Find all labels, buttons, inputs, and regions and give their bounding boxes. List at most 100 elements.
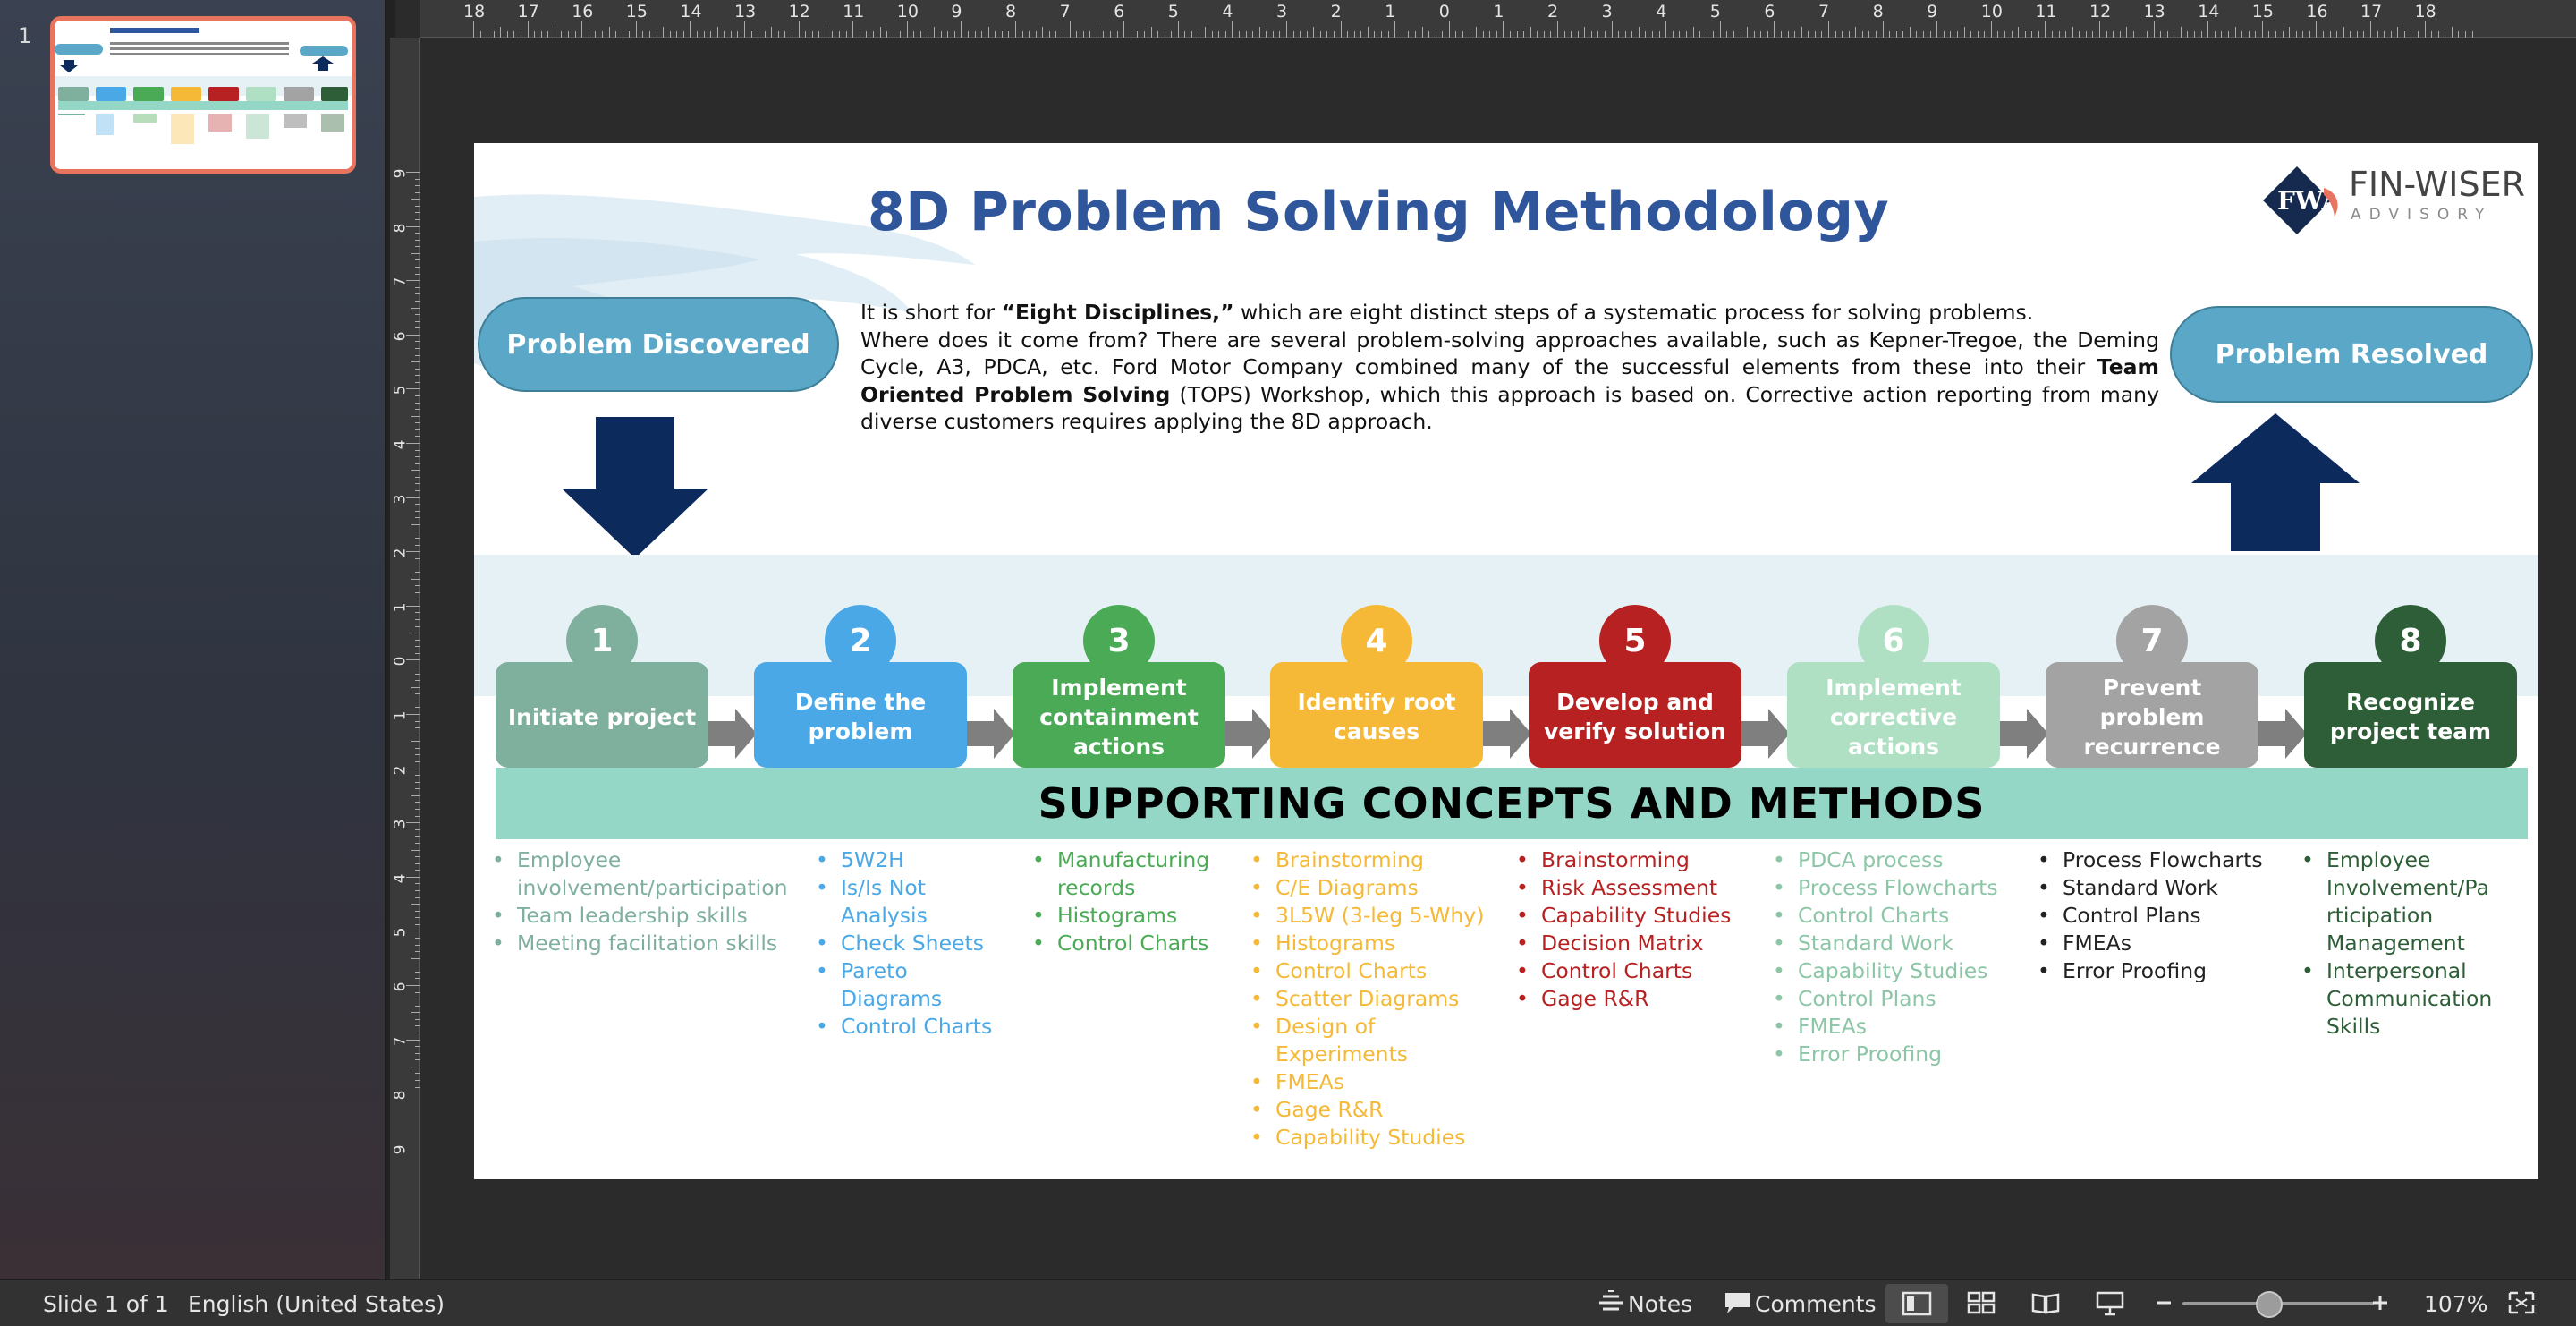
normal-view-button[interactable] bbox=[1885, 1284, 1948, 1323]
notes-icon[interactable] bbox=[1596, 1289, 1626, 1316]
chevron-right-icon bbox=[1483, 709, 1531, 759]
step-box-4[interactable]: Identify root causes bbox=[1270, 662, 1483, 768]
ruler-tick bbox=[415, 381, 420, 383]
ruler-tick bbox=[1794, 31, 1796, 38]
ruler-tick bbox=[540, 31, 542, 38]
problem-discovered-pill[interactable]: Problem Discovered bbox=[478, 297, 839, 392]
methods-list-item: Capability Studies bbox=[1773, 957, 2014, 985]
ruler-tick-label: 3 bbox=[391, 819, 410, 829]
ruler-tick-label: 13 bbox=[2143, 2, 2165, 21]
zoom-in-icon[interactable] bbox=[2365, 1289, 2395, 1316]
fit-to-window-icon[interactable] bbox=[2506, 1289, 2537, 1316]
ruler-tick bbox=[1442, 31, 1444, 38]
ruler-tick bbox=[1069, 21, 1071, 38]
ruler-tick bbox=[415, 267, 420, 268]
methods-column-8[interactable]: Employee Involvement/Pa rticipation Mana… bbox=[2301, 846, 2525, 1041]
ruler-tick bbox=[2166, 31, 2168, 38]
step-box-1[interactable]: Initiate project bbox=[496, 662, 708, 768]
ruler-tick bbox=[1882, 21, 1884, 38]
supporting-concepts-title[interactable]: SUPPORTING CONCEPTS AND METHODS bbox=[496, 768, 2528, 839]
step-box-2[interactable]: Define the problem bbox=[754, 662, 967, 768]
ruler-tick bbox=[1916, 31, 1918, 38]
ruler-tick bbox=[629, 31, 631, 38]
step-box-5[interactable]: Develop and verify solution bbox=[1529, 662, 1741, 768]
logo-name: FIN-WISER bbox=[2349, 165, 2525, 204]
ruler-tick bbox=[406, 605, 420, 607]
comments-button[interactable]: Comments bbox=[1755, 1291, 1877, 1317]
methods-column-6[interactable]: PDCA processProcess FlowchartsControl Ch… bbox=[1773, 846, 2014, 1068]
reading-view-icon[interactable] bbox=[2030, 1289, 2061, 1316]
zoom-out-icon[interactable] bbox=[2148, 1289, 2179, 1316]
chevron-right-icon bbox=[1225, 709, 1274, 759]
ruler-tick-label: 8 bbox=[391, 223, 410, 234]
ruler-tick bbox=[415, 259, 420, 261]
ruler-tick bbox=[1753, 31, 1755, 38]
comments-icon[interactable] bbox=[1723, 1289, 1753, 1316]
ruler-tick bbox=[2275, 31, 2276, 38]
ruler-tick bbox=[415, 585, 420, 587]
step-number-6[interactable]: 6 bbox=[1858, 605, 1929, 676]
methods-list-item: C/E Diagrams bbox=[1250, 874, 1492, 902]
step-number-1[interactable]: 1 bbox=[566, 605, 638, 676]
ruler-tick bbox=[1279, 31, 1281, 38]
methods-column-4[interactable]: BrainstormingC/E Diagrams3L5W (3-leg 5-W… bbox=[1250, 846, 1492, 1152]
methods-column-5[interactable]: BrainstormingRisk AssessmentCapability S… bbox=[1516, 846, 1758, 1013]
language-indicator[interactable]: English (United States) bbox=[188, 1291, 445, 1317]
ruler-tick bbox=[1563, 31, 1565, 38]
ruler-tick bbox=[415, 991, 420, 993]
ruler-tick-label: 1 bbox=[1385, 2, 1396, 21]
step-box-7[interactable]: Prevent problem recurrence bbox=[2046, 662, 2258, 768]
slide-title[interactable]: 8D Problem Solving Methodology bbox=[868, 181, 2030, 243]
methods-column-3[interactable]: Manufacturing recordsHistogramsControl C… bbox=[1032, 846, 1238, 957]
slideshow-icon[interactable] bbox=[2095, 1289, 2125, 1316]
normal-view-icon bbox=[1902, 1291, 1932, 1316]
ruler-tick bbox=[872, 31, 874, 38]
step-box-8[interactable]: Recognize project team bbox=[2304, 662, 2517, 768]
ruler-tick bbox=[473, 21, 474, 38]
ruler-tick bbox=[1489, 31, 1491, 38]
methods-list: BrainstormingC/E Diagrams3L5W (3-leg 5-W… bbox=[1250, 846, 1492, 1152]
ruler-tick bbox=[406, 280, 420, 282]
notes-button[interactable]: Notes bbox=[1628, 1291, 1692, 1317]
ruler-tick bbox=[953, 31, 955, 38]
ruler-tick bbox=[595, 31, 597, 38]
zoom-slider-thumb[interactable] bbox=[2256, 1291, 2283, 1318]
ruler-tick bbox=[1191, 31, 1192, 38]
ruler-tick bbox=[1238, 31, 1240, 38]
ruler-tick-label: 13 bbox=[734, 2, 757, 21]
ruler-tick bbox=[1171, 31, 1173, 38]
arrow-up-icon[interactable] bbox=[2190, 413, 2361, 553]
slide-thumbnail[interactable] bbox=[50, 16, 356, 174]
ruler-tick bbox=[2187, 31, 2189, 38]
ruler-tick bbox=[1530, 27, 1531, 38]
ruler-tick bbox=[1103, 31, 1105, 38]
ruler-tick bbox=[1076, 31, 1078, 38]
step-number-2[interactable]: 2 bbox=[825, 605, 896, 676]
zoom-level[interactable]: 107% bbox=[2424, 1291, 2487, 1317]
methods-list-item: Histograms bbox=[1250, 930, 1492, 957]
slide[interactable]: 8D Problem Solving Methodology FWA FIN-W… bbox=[474, 143, 2538, 1179]
step-number-3[interactable]: 3 bbox=[1083, 605, 1155, 676]
methods-column-7[interactable]: Process FlowchartsStandard WorkControl P… bbox=[2038, 846, 2279, 985]
company-logo: FWA FIN-WISER ADVISORY bbox=[2258, 156, 2526, 236]
intro-textbox[interactable]: It is short for “Eight Disciplines,” whi… bbox=[860, 299, 2159, 436]
step-number-5[interactable]: 5 bbox=[1599, 605, 1671, 676]
problem-resolved-pill[interactable]: Problem Resolved bbox=[2170, 306, 2533, 403]
step-number-8[interactable]: 8 bbox=[2375, 605, 2446, 676]
ruler-tick bbox=[411, 957, 420, 959]
arrow-down-icon[interactable] bbox=[560, 417, 710, 560]
step-number-4[interactable]: 4 bbox=[1341, 605, 1412, 676]
step-box-3[interactable]: Implement containment actions bbox=[1013, 662, 1225, 768]
methods-column-1[interactable]: Employee involvement/participationTeam l… bbox=[492, 846, 796, 957]
step-number-7[interactable]: 7 bbox=[2116, 605, 2188, 676]
ruler-tick bbox=[415, 510, 420, 512]
slide-sorter-icon[interactable] bbox=[1966, 1289, 1996, 1316]
ruler-tick bbox=[2356, 31, 2358, 38]
ruler-tick bbox=[2390, 31, 2392, 38]
step-box-6[interactable]: Implement corrective actions bbox=[1787, 662, 2000, 768]
ruler-tick bbox=[415, 944, 420, 946]
methods-list-item: Control Charts bbox=[1516, 957, 1758, 985]
ruler-tick bbox=[415, 1059, 420, 1061]
ruler-tick bbox=[411, 686, 420, 688]
methods-column-2[interactable]: 5W2HIs/Is Not AnalysisCheck SheetsPareto… bbox=[816, 846, 1013, 1041]
